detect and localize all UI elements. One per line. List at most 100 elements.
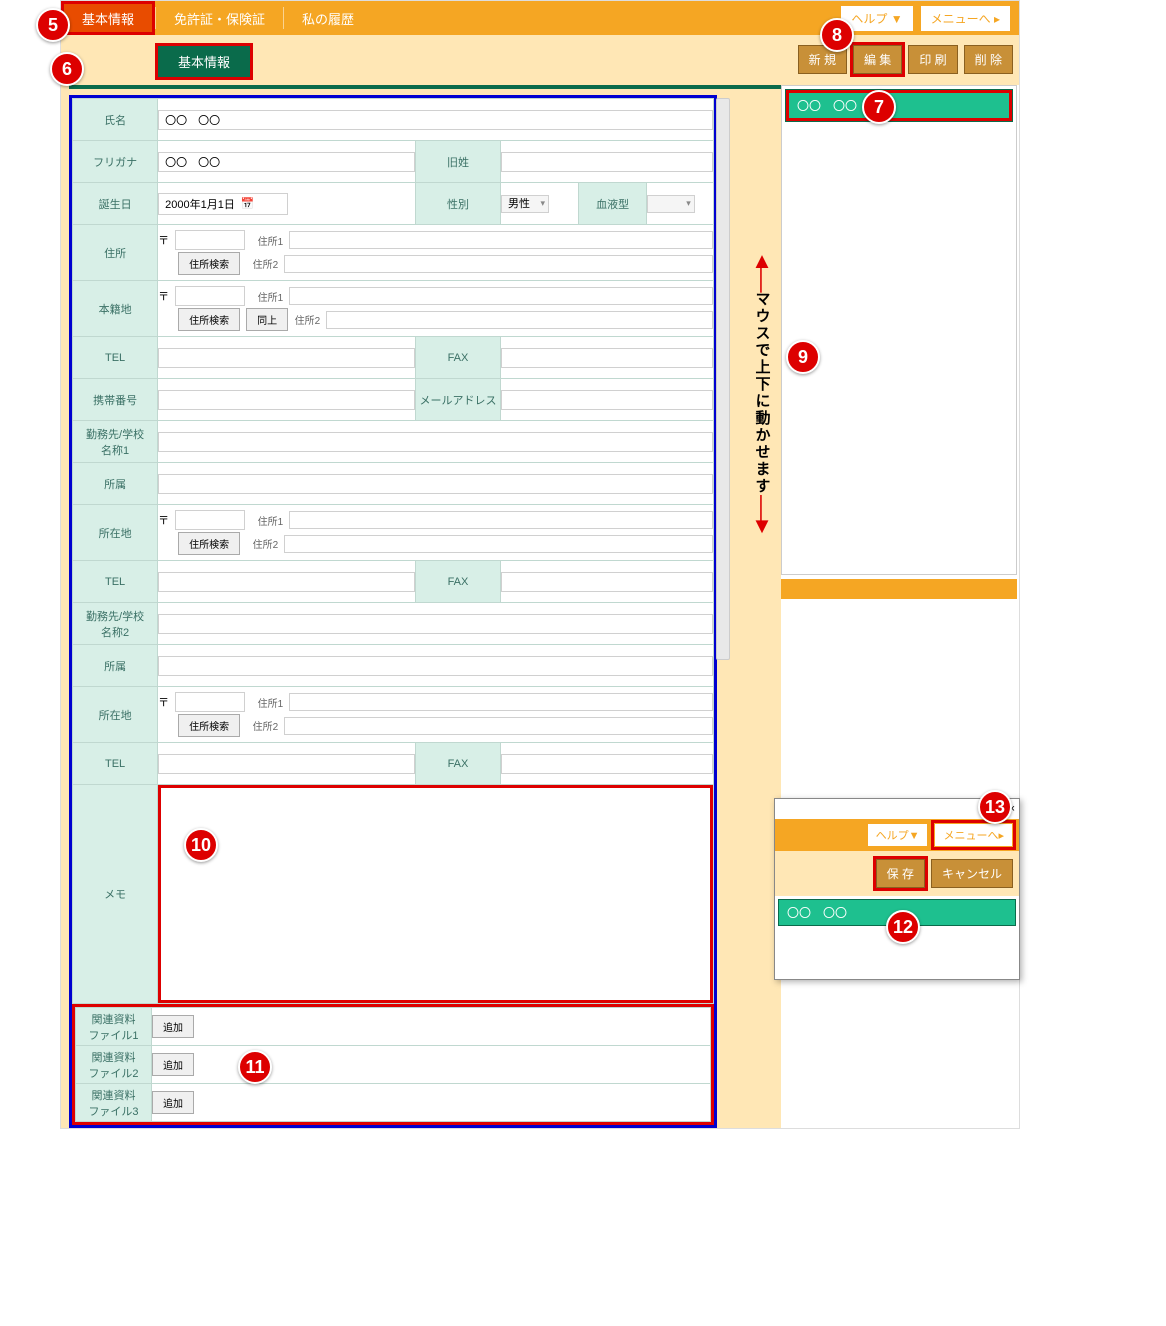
file3-label: 関連資料 ファイル3 [76,1084,152,1122]
maiden-label: 旧姓 [415,141,500,183]
file3-add-button[interactable]: 追加 [152,1091,194,1114]
callout-7: 7 [862,90,896,124]
sex-select[interactable]: 男性 [501,195,549,213]
calendar-icon[interactable]: 📅 [241,197,255,210]
tab-basic-info[interactable]: 基本情報 [61,1,155,35]
cancel-button[interactable]: キャンセル [931,859,1013,888]
work2-input[interactable] [158,614,713,634]
tel2-label: TEL [73,561,158,603]
fax-label: FAX [415,337,500,379]
maiden-input[interactable] [501,152,713,172]
fax2-label: FAX [415,561,500,603]
blood-label: 血液型 [579,183,646,225]
loc2-label: 所在地 [73,687,158,743]
work2-label: 勤務先/学校 名称2 [73,603,158,645]
menu-button[interactable]: メニューへ ▸ [920,5,1011,32]
honseki-addr1-label: 住所1 [251,289,283,304]
addr1-label: 住所1 [251,233,283,248]
loc2-addr2[interactable] [284,717,713,735]
postal-mark-2: 〒 [158,288,169,304]
fax2-input[interactable] [501,572,713,592]
addr2-label: 住所2 [246,256,278,271]
mail-label: メールアドレス [415,379,500,421]
top-nav: 基本情報 免許証・保険証 私の履歴 ヘルプ ▼ メニューへ ▸ [61,1,1019,35]
work1-input[interactable] [158,432,713,452]
birth-value: 2000年1月1日 [165,196,235,212]
file2-label: 関連資料 ファイル2 [76,1046,152,1084]
save-button[interactable]: 保 存 [876,859,925,888]
loc2-postal[interactable] [175,692,245,712]
honseki-label: 本籍地 [73,281,158,337]
loc1-addr1[interactable] [289,511,713,529]
addr-search-button[interactable]: 住所検索 [178,252,240,275]
subtab-basic[interactable]: 基本情報 [155,43,253,80]
addr-label: 住所 [73,225,158,281]
toolbar: 基本情報 新 規 編 集 印 刷 削 除 [61,35,1019,85]
memo-label: メモ [73,785,158,1004]
arrow-down-icon: │▼ [748,499,776,534]
callout-6: 6 [50,52,84,86]
edit-popup: — × ヘルプ▼ メニューへ▸ 保 存 キャンセル 〇〇 〇〇 [774,798,1020,980]
edit-button[interactable]: 編 集 [853,45,902,74]
fax3-label: FAX [415,743,500,785]
file1-add-button[interactable]: 追加 [152,1015,194,1038]
popup-menu-button[interactable]: メニューへ▸ [934,823,1013,847]
loc1-addr2[interactable] [284,535,713,553]
record-list: 〇〇 〇〇 [781,85,1017,575]
birth-label: 誕生日 [73,183,158,225]
popup-help-button[interactable]: ヘルプ▼ [867,823,929,847]
loc2-addr1[interactable] [289,693,713,711]
honseki-search-button[interactable]: 住所検索 [178,308,240,331]
record-item[interactable]: 〇〇 〇〇 [786,90,1012,121]
file2-add-button[interactable]: 追加 [152,1053,194,1076]
addr2-input[interactable] [284,255,713,273]
dept2-input[interactable] [158,656,713,676]
birth-date-picker[interactable]: 2000年1月1日 📅 [158,193,288,215]
memo-textarea[interactable] [161,788,710,1000]
callout-10: 10 [184,828,218,862]
memo-highlight [158,785,713,1003]
honseki-addr2-input[interactable] [326,311,713,329]
tab-history[interactable]: 私の履歴 [284,1,372,35]
kana-label: フリガナ [73,141,158,183]
fax3-input[interactable] [501,754,713,774]
name-label: 氏名 [73,99,158,141]
addr-postal-input[interactable] [175,230,245,250]
addr1-input[interactable] [289,231,713,249]
mobile-label: 携帯番号 [73,379,158,421]
callout-12: 12 [886,910,920,944]
loc1-postal[interactable] [175,510,245,530]
fax-input[interactable] [501,348,713,368]
tel2-input[interactable] [158,572,415,592]
callout-9: 9 [786,340,820,374]
delete-button[interactable]: 削 除 [964,45,1013,74]
callout-8: 8 [820,18,854,52]
print-button[interactable]: 印 刷 [908,45,957,74]
tel-label: TEL [73,337,158,379]
tel3-label: TEL [73,743,158,785]
dept2-label: 所属 [73,645,158,687]
scrollbar[interactable] [716,98,730,660]
form-panel: 氏名 フリガナ 旧姓 誕生日 [69,95,717,1128]
loc2-search[interactable]: 住所検索 [178,714,240,737]
mail-input[interactable] [501,390,713,410]
arrow-up-icon: ▲│ [748,252,776,287]
tel3-input[interactable] [158,754,415,774]
kana-input[interactable] [158,152,415,172]
tel-input[interactable] [158,348,415,368]
honseki-postal-input[interactable] [175,286,245,306]
honseki-addr1-input[interactable] [289,287,713,305]
name-input[interactable] [158,110,713,130]
sex-label: 性別 [415,183,500,225]
loc1-search[interactable]: 住所検索 [178,532,240,555]
callout-13: 13 [978,790,1012,824]
scroll-hint-text: マウスで上下に動かせます [752,291,773,495]
blood-select[interactable] [647,195,695,213]
callout-11: 11 [238,1050,272,1084]
dept1-input[interactable] [158,474,713,494]
work1-label: 勤務先/学校 名称1 [73,421,158,463]
callout-5: 5 [36,8,70,42]
ditto-button[interactable]: 同上 [246,308,288,331]
mobile-input[interactable] [158,390,415,410]
tab-license[interactable]: 免許証・保険証 [156,1,283,35]
